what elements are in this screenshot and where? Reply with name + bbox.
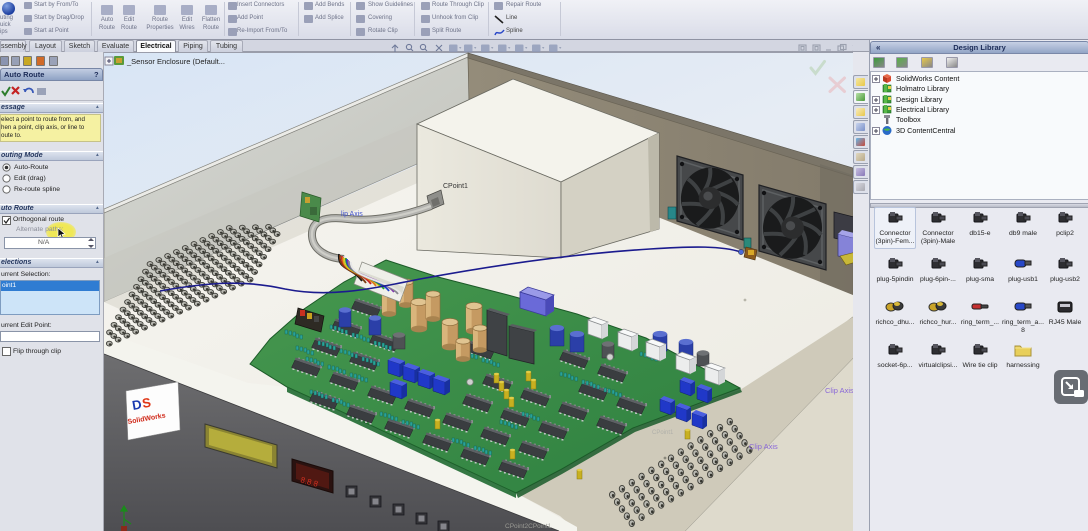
- svg-text:CPoint1: CPoint1: [443, 183, 468, 190]
- svg-text:lip Axis: lip Axis: [341, 211, 363, 218]
- svg-text:Clip Axis: Clip Axis: [749, 442, 778, 451]
- svg-text:CPoint2CPoint1: CPoint2CPoint1: [505, 523, 552, 530]
- svg-text:CPoint1: CPoint1: [652, 430, 674, 436]
- svg-text:Clip Axis: Clip Axis: [825, 386, 853, 395]
- svg-text:_Sensor Enclosure (Default...: _Sensor Enclosure (Default...: [126, 57, 225, 66]
